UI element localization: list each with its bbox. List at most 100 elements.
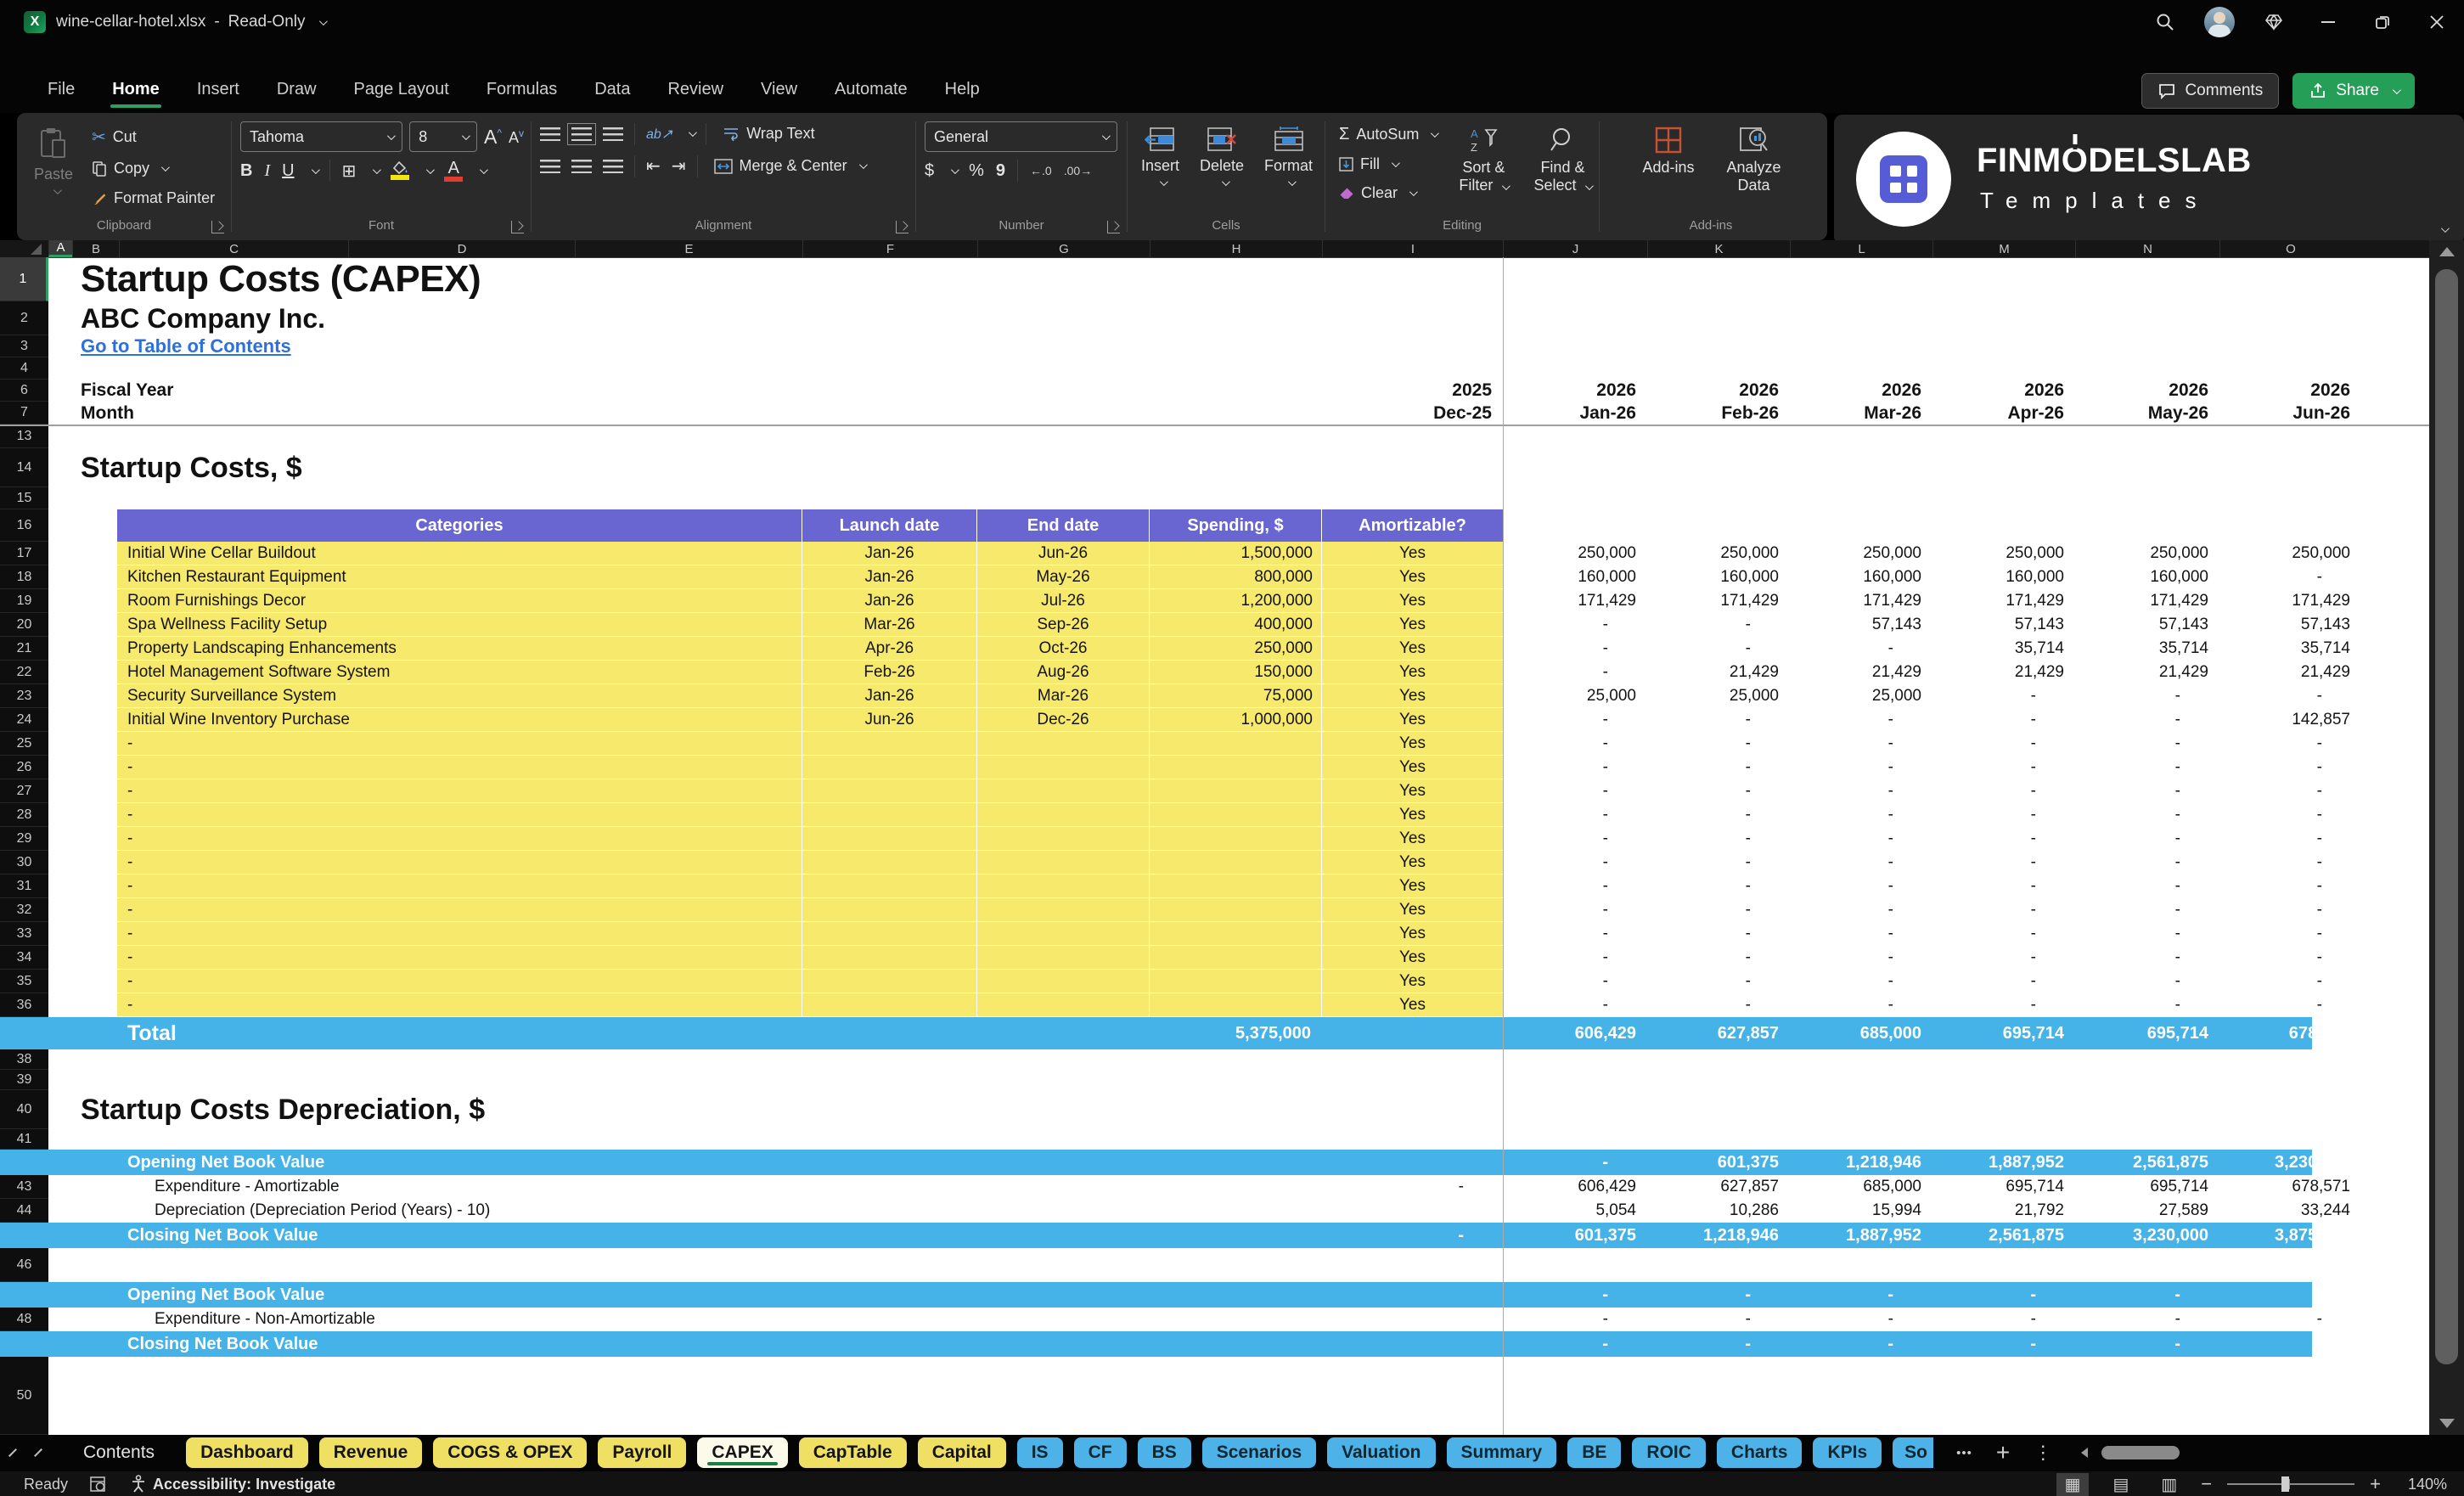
month-value-cell[interactable]: - — [1793, 851, 1893, 875]
month-cell[interactable]: May-26 — [2079, 402, 2208, 425]
month-value-cell[interactable]: - — [1793, 779, 1893, 803]
month-value-cell[interactable]: - — [1793, 898, 1893, 922]
month-value-cell[interactable]: - — [2079, 708, 2180, 732]
underline-button[interactable]: U — [282, 161, 294, 181]
month-value-cell[interactable]: - — [2079, 922, 2180, 946]
account-avatar[interactable] — [2192, 0, 2247, 44]
cell-category[interactable]: Initial Wine Cellar Buildout — [117, 542, 802, 565]
cell-spending[interactable] — [1150, 970, 1322, 993]
month-value-cell[interactable]: - — [1651, 1331, 1751, 1357]
borders-button[interactable]: ⊞ — [342, 160, 357, 182]
month-value-cell[interactable]: - — [1506, 875, 1608, 898]
read-only-chevron-icon[interactable] — [318, 16, 328, 25]
new-sheet-button[interactable]: + — [1996, 1439, 2010, 1466]
month-value-cell[interactable]: - — [1506, 1308, 1608, 1331]
month-value-cell[interactable]: - — [1506, 970, 1608, 993]
month-value-cell[interactable]: 1,887,952 — [1793, 1223, 1921, 1248]
month-value-cell[interactable]: - — [1793, 875, 1893, 898]
column-header-H[interactable]: H — [1150, 240, 1322, 257]
month-value-cell[interactable]: - — [2223, 898, 2322, 922]
month-value-cell[interactable]: - — [2079, 898, 2180, 922]
cell-end-date[interactable] — [977, 922, 1150, 946]
cell-launch-date[interactable]: Apr-26 — [802, 637, 977, 661]
month-value-cell[interactable]: - — [1793, 970, 1893, 993]
month-cell[interactable]: Dec-25 — [1325, 402, 1492, 425]
month-value-cell[interactable]: 2,561,875 — [2079, 1150, 2208, 1175]
row-header-50[interactable]: 50 — [0, 1357, 48, 1435]
month-value-cell[interactable]: - — [1936, 684, 2036, 708]
month-value-cell[interactable]: 15,994 — [1793, 1199, 1921, 1223]
vertical-scroll-thumb[interactable] — [2435, 269, 2458, 1364]
cell-end-date[interactable] — [977, 779, 1150, 803]
cell-spending[interactable] — [1150, 993, 1322, 1017]
month-value-cell[interactable]: 250,000 — [2079, 542, 2208, 565]
align-bottom-button[interactable] — [603, 127, 623, 141]
collapse-ribbon-chevron[interactable] — [2440, 224, 2450, 233]
month-value-cell[interactable]: - — [1936, 1308, 2036, 1331]
cell-launch-date[interactable]: Jun-26 — [802, 708, 977, 732]
cell-category[interactable]: Hotel Management Software System — [117, 661, 802, 684]
font-size-select[interactable]: 8 — [409, 121, 477, 152]
fiscal-year-cell[interactable]: 2026 — [2223, 380, 2350, 402]
align-right-button[interactable] — [603, 159, 623, 173]
cell-amortizable[interactable]: Yes — [1322, 875, 1503, 898]
cell-spending[interactable]: 800,000 — [1150, 565, 1322, 589]
clipboard-dialog-launcher[interactable] — [211, 221, 224, 233]
month-value-cell[interactable]: - — [1936, 851, 2036, 875]
month-value-cell[interactable]: - — [1651, 898, 1751, 922]
month-value-cell[interactable]: - — [1506, 898, 1608, 922]
number-format-select[interactable]: General — [925, 121, 1117, 152]
month-value-cell[interactable]: - — [1793, 756, 1893, 779]
month-value-cell[interactable]: - — [2079, 1282, 2180, 1308]
decrease-decimal-button[interactable]: .00→ — [1064, 164, 1092, 177]
month-value-cell[interactable]: - — [1651, 779, 1751, 803]
accessibility-status[interactable]: Accessibility: Investigate — [131, 1475, 335, 1493]
month-value-cell[interactable]: 601,375 — [1651, 1150, 1779, 1175]
month-value-cell[interactable]: - — [2079, 684, 2180, 708]
month-value-cell[interactable]: 57,143 — [1793, 613, 1921, 637]
month-value-cell[interactable]: - — [2223, 875, 2322, 898]
month-value-cell[interactable]: - — [1651, 827, 1751, 851]
month-value-cell[interactable]: - — [1936, 1282, 2036, 1308]
cell-spending[interactable]: 400,000 — [1150, 613, 1322, 637]
dep-i-cell[interactable]: - — [1325, 1175, 1464, 1199]
horizontal-scroll-thumb[interactable] — [2101, 1446, 2180, 1459]
cell-category[interactable]: Kitchen Restaurant Equipment — [117, 565, 802, 589]
cell-category[interactable]: - — [117, 827, 802, 851]
share-button[interactable]: Share — [2292, 73, 2415, 109]
month-value-cell[interactable]: - — [2079, 779, 2180, 803]
row-header-41[interactable]: 41 — [0, 1129, 48, 1150]
sheet-tab-charts[interactable]: Charts — [1716, 1437, 1803, 1468]
cell-amortizable[interactable]: Yes — [1322, 589, 1503, 613]
month-value-cell[interactable]: - — [2223, 779, 2322, 803]
month-value-cell[interactable]: - — [2223, 1282, 2322, 1308]
sheet-tab-be[interactable]: BE — [1567, 1437, 1622, 1468]
next-sheet-arrow[interactable] — [34, 1448, 42, 1457]
month-value-cell[interactable]: - — [1651, 970, 1751, 993]
cell-launch-date[interactable] — [802, 922, 977, 946]
cell-launch-date[interactable] — [802, 875, 977, 898]
month-value-cell[interactable]: 685,000 — [1793, 1017, 1921, 1049]
cell-amortizable[interactable]: Yes — [1322, 542, 1503, 565]
month-value-cell[interactable]: 171,429 — [2079, 589, 2208, 613]
cell-amortizable[interactable]: Yes — [1322, 827, 1503, 851]
month-value-cell[interactable]: - — [1651, 803, 1751, 827]
month-value-cell[interactable]: - — [2223, 684, 2322, 708]
sheet-tab-capital[interactable]: Capital — [917, 1437, 1006, 1468]
month-value-cell[interactable]: - — [1651, 708, 1751, 732]
month-value-cell[interactable]: - — [1506, 779, 1608, 803]
month-value-cell[interactable]: - — [2079, 946, 2180, 970]
cell-category[interactable]: - — [117, 993, 802, 1017]
column-header-N[interactable]: N — [2075, 240, 2219, 257]
table-header-cell[interactable]: Launch date — [802, 509, 977, 542]
scroll-up-arrow[interactable] — [2439, 247, 2455, 256]
delete-cells-button[interactable]: Delete — [1191, 121, 1252, 217]
row-header-38[interactable]: 38 — [0, 1049, 48, 1070]
month-value-cell[interactable]: - — [1793, 803, 1893, 827]
month-value-cell[interactable]: 601,375 — [1506, 1223, 1636, 1248]
cell-spending[interactable] — [1150, 898, 1322, 922]
column-header-C[interactable]: C — [119, 240, 348, 257]
month-value-cell[interactable]: - — [2223, 565, 2322, 589]
month-value-cell[interactable]: 3,875,327 — [2223, 1223, 2350, 1248]
cell-spending[interactable]: 1,500,000 — [1150, 542, 1322, 565]
